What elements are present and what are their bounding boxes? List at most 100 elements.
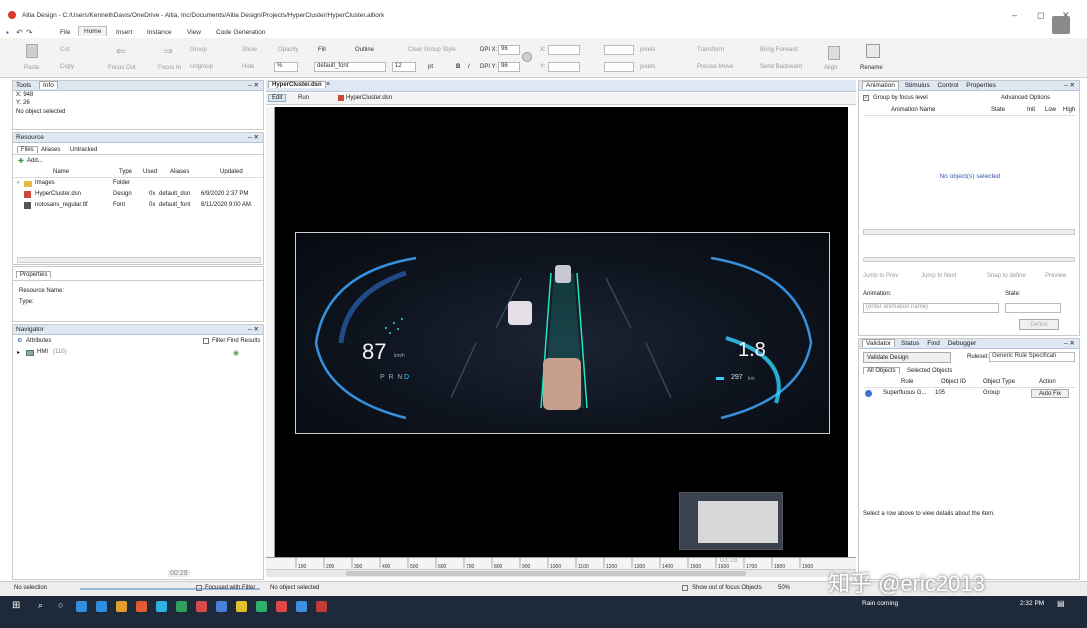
col-high[interactable]: High xyxy=(1063,107,1075,113)
tab-animation[interactable]: Animation xyxy=(862,81,899,89)
taskbar-app-icon[interactable] xyxy=(176,601,187,612)
col-action[interactable]: Action xyxy=(1039,379,1056,385)
design-canvas[interactable]: 87 km/h P R N D 1.8 297 km xyxy=(275,107,848,557)
x-input[interactable] xyxy=(548,45,580,55)
group-focus-checkbox[interactable]: ✓ xyxy=(863,95,869,101)
redo-icon[interactable]: ↷ xyxy=(26,28,33,37)
weather-label[interactable]: Rain coming xyxy=(862,600,898,607)
bring-forward-button[interactable]: Bring Forward xyxy=(760,47,798,53)
add-icon[interactable]: ✚ xyxy=(18,157,24,165)
font-select[interactable]: default_font xyxy=(314,62,386,72)
focus-out-button[interactable]: Focus Out xyxy=(108,65,136,71)
tab-find[interactable]: Find xyxy=(927,340,940,347)
italic-button[interactable]: I xyxy=(468,64,470,70)
show-out-checkbox[interactable] xyxy=(682,585,688,591)
tab-properties-right[interactable]: Properties xyxy=(966,82,996,89)
tab-properties[interactable]: Properties xyxy=(16,271,52,278)
table-row[interactable]: notosans_regular.ttf Font 0x default_fon… xyxy=(13,200,263,211)
height-input[interactable] xyxy=(604,62,634,72)
align-icon[interactable] xyxy=(828,46,840,60)
undo-icon[interactable]: ↶ xyxy=(16,28,23,37)
tree-expand-icon[interactable]: ▸ xyxy=(17,349,20,356)
panel-controls-icon[interactable]: – ✕ xyxy=(1064,339,1075,349)
ruleset-select[interactable]: Generic Rule Specificati xyxy=(989,352,1075,362)
menu-view[interactable]: View xyxy=(187,29,201,36)
attributes-button[interactable]: Attributes xyxy=(26,338,51,344)
col-animation-name[interactable]: Animation Name xyxy=(891,107,935,113)
zoom-select[interactable]: 50% xyxy=(778,585,790,591)
opacity-input[interactable]: % xyxy=(274,62,298,72)
group-button[interactable]: Group xyxy=(190,47,207,53)
cut-button[interactable]: Cut xyxy=(60,47,69,53)
table-row[interactable]: Superfluous G... 105 Group Auto Fix xyxy=(863,388,1075,400)
tab-aliases[interactable]: Aliases xyxy=(41,147,60,153)
font-size-input[interactable]: 12 xyxy=(392,62,416,72)
tab-control[interactable]: Control xyxy=(937,82,958,89)
edit-button[interactable]: Edit xyxy=(268,94,287,102)
notification-icon[interactable]: ▤ xyxy=(1057,599,1065,608)
paste-icon[interactable] xyxy=(26,44,38,58)
tab-debugger[interactable]: Debugger xyxy=(948,340,977,347)
pixels-select-1[interactable]: pixels xyxy=(640,47,655,53)
col-updated[interactable]: Updated xyxy=(220,169,243,175)
precise-move-button[interactable]: Precise Move xyxy=(697,64,733,70)
menu-home[interactable]: Home xyxy=(78,26,108,36)
expand-icon[interactable]: › xyxy=(17,180,19,186)
table-row[interactable]: › Images Folder xyxy=(13,178,263,189)
col-rule[interactable]: Rule xyxy=(901,379,913,385)
eye-icon[interactable]: ◉ xyxy=(233,349,239,357)
tab-info[interactable]: Info xyxy=(39,81,58,89)
menu-insert[interactable]: Insert xyxy=(116,29,132,36)
attributes-icon[interactable]: ⚙ xyxy=(17,337,22,344)
minimize-button[interactable]: – xyxy=(1012,10,1017,20)
dpi-lock-icon[interactable] xyxy=(522,52,532,62)
filter-find-checkbox[interactable] xyxy=(203,338,209,344)
start-icon[interactable]: ⊞ xyxy=(12,600,20,611)
col-state[interactable]: State xyxy=(991,107,1005,113)
close-tab-icon[interactable]: × xyxy=(326,81,330,88)
tab-validator[interactable]: Validator xyxy=(862,339,896,347)
tree-item[interactable]: ▸ HMI (110) ◉ xyxy=(13,347,263,358)
pixels-select-2[interactable]: pixels xyxy=(640,64,655,70)
taskbar-app-icon[interactable] xyxy=(96,601,107,612)
paste-label[interactable]: Paste xyxy=(24,65,39,71)
show-button[interactable]: Show xyxy=(242,47,257,53)
taskbar-app-icon[interactable] xyxy=(116,601,127,612)
col-low[interactable]: Low xyxy=(1045,107,1056,113)
panel-controls-icon[interactable]: – ✕ xyxy=(248,133,259,143)
tab-untracked[interactable]: Untracked xyxy=(70,147,97,153)
jump-next-button[interactable]: Jump to Next xyxy=(921,273,956,279)
rename-button[interactable]: Rename xyxy=(860,65,883,71)
y-input[interactable] xyxy=(548,62,580,72)
focus-in-button[interactable]: Focus In xyxy=(158,65,181,71)
panel-controls-icon[interactable]: – ✕ xyxy=(248,81,259,91)
taskbar-app-icon[interactable] xyxy=(136,601,147,612)
run-button[interactable]: Run xyxy=(298,95,309,101)
taskbar-app-icon[interactable] xyxy=(316,601,327,612)
taskbar-app-icon[interactable] xyxy=(76,601,87,612)
dpi-x-input[interactable]: 96 xyxy=(498,45,520,55)
taskbar-app-icon[interactable] xyxy=(216,601,227,612)
state-input[interactable] xyxy=(1005,303,1061,313)
table-row[interactable]: HyperCluster.dsn Design 0x default_dsn 6… xyxy=(13,189,263,200)
menu-instance[interactable]: Instance xyxy=(147,29,172,36)
focus-out-icon[interactable]: ⇐ xyxy=(116,44,126,58)
tab-status[interactable]: Status xyxy=(901,340,919,347)
tab-selected-objects[interactable]: Selected Objects xyxy=(907,368,952,374)
copy-button[interactable]: Copy xyxy=(60,64,74,70)
animation-name-input[interactable]: (enter animation name) xyxy=(863,303,999,313)
taskbar-app-icon[interactable] xyxy=(296,601,307,612)
task-view-icon[interactable]: ○ xyxy=(58,600,63,610)
save-icon[interactable]: ▪ xyxy=(6,28,9,37)
focused-filter-checkbox[interactable] xyxy=(196,585,202,591)
preview-button[interactable]: Preview xyxy=(1045,273,1066,279)
validate-design-button[interactable]: Validate Design xyxy=(863,352,951,363)
animation-slider[interactable] xyxy=(863,257,1075,262)
align-button[interactable]: Align xyxy=(824,65,837,71)
cluster-dashboard[interactable]: 87 km/h P R N D 1.8 297 km xyxy=(295,232,830,434)
col-init[interactable]: Init xyxy=(1027,107,1035,113)
dpi-y-input[interactable]: 96 xyxy=(498,62,520,72)
col-used[interactable]: Used xyxy=(143,169,157,175)
auto-fix-button[interactable]: Auto Fix xyxy=(1031,389,1069,398)
snap-define-label[interactable]: Snap to define xyxy=(987,273,1026,279)
